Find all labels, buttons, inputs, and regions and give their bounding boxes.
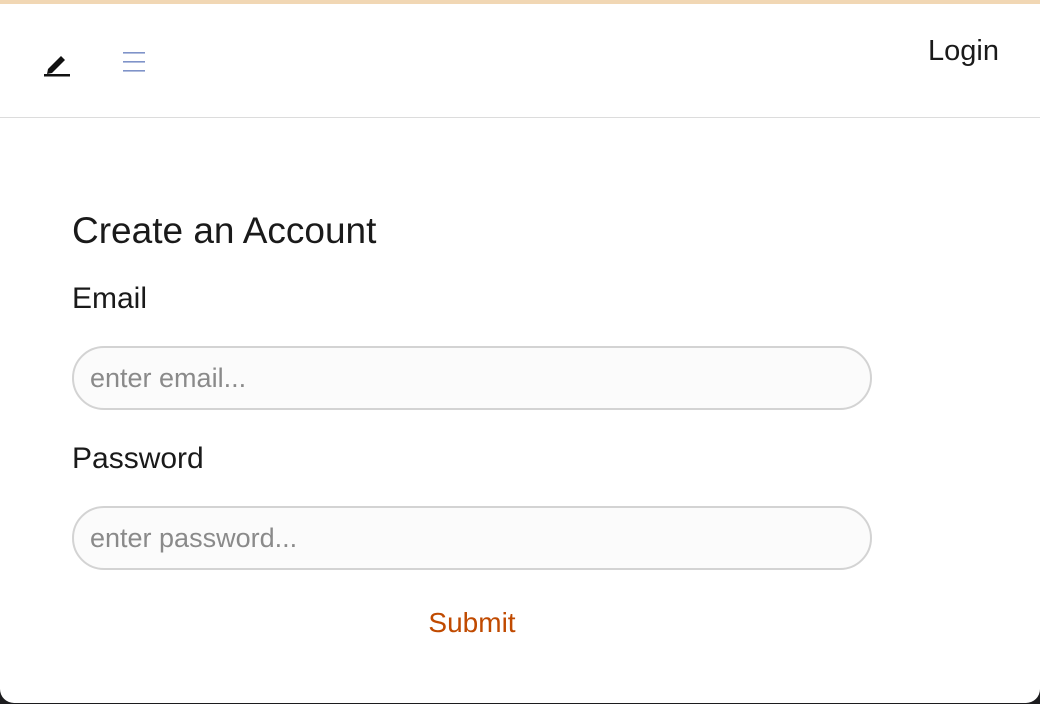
email-field[interactable]: [72, 346, 872, 410]
hamburger-menu-icon[interactable]: [120, 48, 148, 76]
navbar: Login: [0, 4, 1040, 118]
submit-button[interactable]: Submit: [72, 607, 872, 639]
page-title: Create an Account: [72, 210, 377, 251]
password-field[interactable]: [72, 506, 872, 570]
password-label: Password: [72, 442, 204, 475]
login-link[interactable]: Login: [928, 35, 999, 68]
app-window: Login Create an Account Email Password S…: [0, 0, 1040, 703]
email-label: Email: [72, 282, 148, 315]
pencil-icon[interactable]: [42, 48, 72, 78]
